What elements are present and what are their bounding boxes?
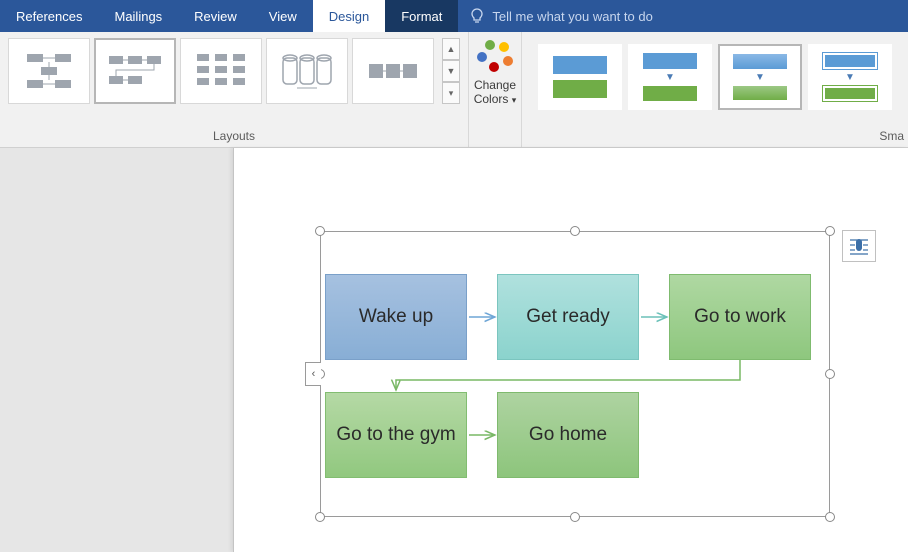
layout-option-4[interactable] (266, 38, 348, 104)
layout-option-2[interactable] (94, 38, 176, 104)
color-dots-icon (475, 38, 515, 74)
resize-handle-tm[interactable] (570, 226, 580, 236)
document-gutter (0, 148, 233, 552)
ribbon-tabs: References Mailings Review View Design F… (0, 0, 908, 32)
style-option-1[interactable] (538, 44, 622, 110)
layouts-gallery: ▲ ▼ ▾ (8, 38, 460, 104)
ribbon-group-layouts: ▲ ▼ ▾ Layouts (0, 32, 469, 147)
resize-handle-br[interactable] (825, 512, 835, 522)
document-page[interactable]: ‹ Wake up Get ready Go to work Go to the… (233, 148, 908, 552)
smartart-box-5[interactable]: Go home (497, 392, 639, 478)
change-colors-button[interactable]: Change Colors ▾ (469, 32, 522, 147)
layout-option-1[interactable] (8, 38, 90, 104)
layout-thumb-1-icon (19, 48, 79, 94)
style-option-4[interactable]: ▼ (808, 44, 892, 110)
layouts-group-label: Layouts (0, 129, 468, 143)
layout-options-icon (848, 236, 870, 256)
tab-mailings[interactable]: Mailings (98, 0, 178, 32)
layout-thumb-2-icon (105, 48, 165, 94)
ribbon-group-styles: ▼ ▼ ▼ Sma (522, 32, 908, 147)
layout-thumb-3-icon (191, 48, 251, 94)
tab-design[interactable]: Design (313, 0, 385, 32)
resize-handle-mr[interactable] (825, 369, 835, 379)
lightbulb-icon (470, 8, 484, 24)
tab-view[interactable]: View (253, 0, 313, 32)
smartart-box-3[interactable]: Go to work (669, 274, 811, 360)
layout-option-3[interactable] (180, 38, 262, 104)
layouts-gallery-scroll: ▲ ▼ ▾ (442, 38, 460, 104)
layout-options-button[interactable] (842, 230, 876, 262)
ribbon-content: ▲ ▼ ▾ Layouts Change Colors ▾ ▼ (0, 32, 908, 148)
layout-thumb-4-icon (277, 48, 337, 94)
styles-gallery: ▼ ▼ ▼ (530, 38, 900, 116)
smartart-selection-frame[interactable]: ‹ Wake up Get ready Go to work Go to the… (320, 231, 830, 517)
resize-handle-bl[interactable] (315, 512, 325, 522)
gallery-expand[interactable]: ▾ (442, 82, 460, 104)
style-option-3[interactable]: ▼ (718, 44, 802, 110)
tell-me-search[interactable]: Tell me what you want to do (458, 0, 908, 32)
change-colors-label: Change Colors ▾ (473, 78, 517, 107)
smartart-box-4[interactable]: Go to the gym (325, 392, 467, 478)
resize-handle-tr[interactable] (825, 226, 835, 236)
text-pane-toggle[interactable]: ‹ (305, 362, 321, 386)
resize-handle-tl[interactable] (315, 226, 325, 236)
layout-option-5[interactable] (352, 38, 434, 104)
tab-references[interactable]: References (0, 0, 98, 32)
gallery-scroll-up[interactable]: ▲ (442, 38, 460, 60)
gallery-scroll-down[interactable]: ▼ (442, 60, 460, 82)
resize-handle-bm[interactable] (570, 512, 580, 522)
smartart-box-2[interactable]: Get ready (497, 274, 639, 360)
tell-me-placeholder: Tell me what you want to do (492, 9, 652, 24)
smartart-box-1[interactable]: Wake up (325, 274, 467, 360)
tab-format[interactable]: Format (385, 0, 458, 32)
document-area: ‹ Wake up Get ready Go to work Go to the… (0, 148, 908, 552)
styles-group-label-partial: Sma (879, 129, 904, 143)
layout-thumb-5-icon (363, 48, 423, 94)
tab-review[interactable]: Review (178, 0, 253, 32)
style-option-2[interactable]: ▼ (628, 44, 712, 110)
